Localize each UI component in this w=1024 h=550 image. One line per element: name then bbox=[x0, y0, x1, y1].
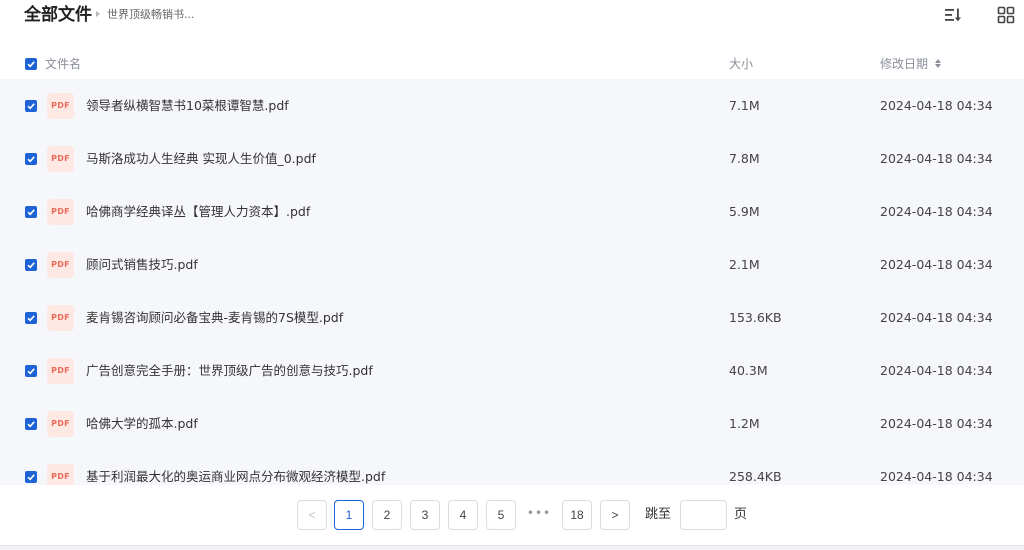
file-size: 40.3M bbox=[729, 363, 768, 378]
file-date: 2024-04-18 04:34 bbox=[880, 363, 993, 378]
file-date: 2024-04-18 04:34 bbox=[880, 151, 993, 166]
checkmark-icon bbox=[27, 421, 35, 428]
pdf-file-icon: PDF bbox=[47, 358, 74, 384]
pdf-file-icon: PDF bbox=[47, 411, 74, 437]
table-header: 文件名 大小 修改日期 bbox=[0, 50, 1024, 78]
file-name[interactable]: 哈佛商学经典译丛【管理人力资本】.pdf bbox=[86, 204, 310, 220]
file-size: 7.1M bbox=[729, 98, 760, 113]
page-button-3[interactable]: 3 bbox=[410, 500, 440, 530]
header: 全部文件 世界顶级畅销书... bbox=[0, 0, 1024, 40]
file-browser-panel: 全部文件 世界顶级畅销书... 文件名 大小 修改日期 PDF 领导者纵横智慧书… bbox=[0, 0, 1024, 546]
pdf-file-icon: PDF bbox=[47, 305, 74, 331]
page-title: 全部文件 bbox=[24, 5, 92, 25]
page-button-4[interactable]: 4 bbox=[448, 500, 478, 530]
file-name[interactable]: 麦肯锡咨询顾问必备宝典-麦肯锡的7S模型.pdf bbox=[86, 310, 343, 326]
file-name[interactable]: 哈佛大学的孤本.pdf bbox=[86, 416, 198, 432]
pdf-file-icon: PDF bbox=[47, 252, 74, 278]
file-date: 2024-04-18 04:34 bbox=[880, 204, 993, 219]
file-name[interactable]: 马斯洛成功人生经典 实现人生价值_0.pdf bbox=[86, 151, 316, 167]
file-name[interactable]: 顾问式销售技巧.pdf bbox=[86, 257, 198, 273]
file-name[interactable]: 基于利润最大化的奥运商业网点分布微观经济模型.pdf bbox=[86, 469, 385, 485]
page-button-5[interactable]: 5 bbox=[486, 500, 516, 530]
row-checkbox[interactable] bbox=[25, 100, 37, 112]
table-row[interactable]: PDF 广告创意完全手册：世界顶级广告的创意与技巧.pdf 40.3M 2024… bbox=[0, 344, 1024, 397]
pdf-file-icon: PDF bbox=[47, 146, 74, 172]
sort-list-icon[interactable] bbox=[944, 6, 962, 24]
sort-caret-icon[interactable] bbox=[935, 59, 941, 69]
row-checkbox[interactable] bbox=[25, 365, 37, 377]
checkmark-icon bbox=[27, 262, 35, 269]
pagination: < 1 2 3 4 5 ••• 18 > 跳至 页 bbox=[0, 496, 1024, 536]
file-date: 2024-04-18 04:34 bbox=[880, 469, 993, 484]
table-row[interactable]: PDF 领导者纵横智慧书10菜根谭智慧.pdf 7.1M 2024-04-18 … bbox=[0, 79, 1024, 132]
jump-to-label: 跳至 bbox=[645, 507, 672, 522]
file-list: PDF 领导者纵横智慧书10菜根谭智慧.pdf 7.1M 2024-04-18 … bbox=[0, 79, 1024, 485]
table-row[interactable]: PDF 基于利润最大化的奥运商业网点分布微观经济模型.pdf 258.4KB 2… bbox=[0, 450, 1024, 485]
file-size: 2.1M bbox=[729, 257, 760, 272]
prev-page-button[interactable]: < bbox=[297, 500, 327, 530]
page-button-1[interactable]: 1 bbox=[334, 500, 364, 530]
row-checkbox[interactable] bbox=[25, 312, 37, 324]
checkmark-icon bbox=[27, 474, 35, 481]
pdf-file-icon: PDF bbox=[47, 199, 74, 225]
pdf-file-icon: PDF bbox=[47, 464, 74, 485]
file-size: 258.4KB bbox=[729, 469, 782, 484]
row-checkbox[interactable] bbox=[25, 418, 37, 430]
column-header-size[interactable]: 大小 bbox=[729, 56, 753, 72]
row-checkbox[interactable] bbox=[25, 471, 37, 483]
table-row[interactable]: PDF 哈佛大学的孤本.pdf 1.2M 2024-04-18 04:34 bbox=[0, 397, 1024, 450]
file-date: 2024-04-18 04:34 bbox=[880, 416, 993, 431]
page-button-2[interactable]: 2 bbox=[372, 500, 402, 530]
file-date: 2024-04-18 04:34 bbox=[880, 98, 993, 113]
file-name[interactable]: 广告创意完全手册：世界顶级广告的创意与技巧.pdf bbox=[86, 363, 373, 379]
checkmark-icon bbox=[27, 103, 35, 110]
table-row[interactable]: PDF 顾问式销售技巧.pdf 2.1M 2024-04-18 04:34 bbox=[0, 238, 1024, 291]
jump-page-unit: 页 bbox=[734, 507, 748, 522]
breadcrumb-current-folder[interactable]: 世界顶级畅销书... bbox=[107, 8, 195, 22]
table-row[interactable]: PDF 哈佛商学经典译丛【管理人力资本】.pdf 5.9M 2024-04-18… bbox=[0, 185, 1024, 238]
table-row[interactable]: PDF 麦肯锡咨询顾问必备宝典-麦肯锡的7S模型.pdf 153.6KB 202… bbox=[0, 291, 1024, 344]
checkmark-icon bbox=[27, 209, 35, 216]
file-size: 7.8M bbox=[729, 151, 760, 166]
column-header-name[interactable]: 文件名 bbox=[45, 56, 81, 72]
file-size: 1.2M bbox=[729, 416, 760, 431]
jump-page-input[interactable] bbox=[680, 500, 727, 530]
row-checkbox[interactable] bbox=[25, 206, 37, 218]
next-page-button[interactable]: > bbox=[600, 500, 630, 530]
row-checkbox[interactable] bbox=[25, 259, 37, 271]
pdf-file-icon: PDF bbox=[47, 93, 74, 119]
column-header-date[interactable]: 修改日期 bbox=[880, 56, 928, 72]
file-date: 2024-04-18 04:34 bbox=[880, 257, 993, 272]
checkmark-icon bbox=[27, 315, 35, 322]
more-pages-ellipsis[interactable]: ••• bbox=[526, 500, 552, 530]
table-row[interactable]: PDF 马斯洛成功人生经典 实现人生价值_0.pdf 7.8M 2024-04-… bbox=[0, 132, 1024, 185]
file-name[interactable]: 领导者纵横智慧书10菜根谭智慧.pdf bbox=[86, 98, 289, 114]
checkmark-icon bbox=[27, 368, 35, 375]
page-button-last[interactable]: 18 bbox=[562, 500, 592, 530]
file-size: 5.9M bbox=[729, 204, 760, 219]
grid-view-icon[interactable] bbox=[997, 6, 1015, 24]
file-date: 2024-04-18 04:34 bbox=[880, 310, 993, 325]
row-checkbox[interactable] bbox=[25, 153, 37, 165]
file-size: 153.6KB bbox=[729, 310, 782, 325]
checkmark-icon bbox=[27, 156, 35, 163]
breadcrumb-separator-icon bbox=[96, 11, 100, 17]
